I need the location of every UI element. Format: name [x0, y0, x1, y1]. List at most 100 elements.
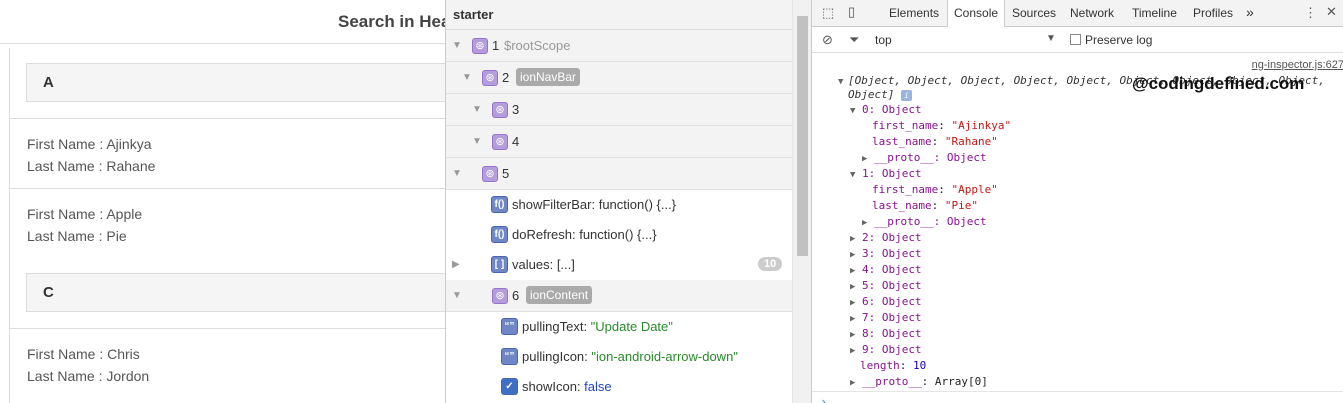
more-options-icon[interactable]: ⋮: [1304, 5, 1317, 21]
tree-node-6[interactable]: ▶ 6: Object: [850, 295, 922, 310]
tree-node-4[interactable]: ▶ 4: Object: [850, 263, 922, 278]
app-header: Search in Hea: [0, 0, 446, 44]
console-toolbar: ⊘ ⏷ top ▼ Preserve log: [812, 27, 1343, 53]
array-expand-caret-icon[interactable]: ▼: [838, 74, 843, 89]
property-value: "ion-android-arrow-down": [591, 349, 738, 364]
devtools-panel: ⬚ ▯ Elements Console Sources Network Tim…: [811, 0, 1343, 403]
scope-label: $rootScope: [504, 38, 571, 53]
tree-node-1[interactable]: ▼ 1: Object: [850, 167, 922, 182]
string-icon: “”: [501, 348, 518, 365]
tree-node-8[interactable]: ▶ 8: Object: [850, 327, 922, 342]
list-item[interactable]: First Name : Chris Last Name : Jordon: [10, 328, 446, 398]
first-name-text: First Name : Apple: [27, 206, 143, 222]
first-name-text: First Name : Ajinkya: [27, 136, 152, 152]
last-name-text: Last Name : Rahane: [27, 158, 156, 174]
scope-property-row[interactable]: “” pullingIcon: "ion-android-arrow-down": [446, 342, 792, 372]
expand-caret-icon[interactable]: ▼: [452, 168, 462, 179]
tree-node-0[interactable]: ▼ 0: Object: [850, 103, 922, 118]
tree-node-3[interactable]: ▶ 3: Object: [850, 247, 922, 262]
console-divider: [812, 391, 1343, 392]
property-value: "Update Date": [590, 319, 673, 334]
dropdown-arrow-icon[interactable]: ▼: [1046, 33, 1056, 44]
expand-caret-icon[interactable]: ▼: [472, 136, 482, 147]
tree-node-proto[interactable]: ▶ __proto__: Object: [862, 215, 987, 230]
array-length: length: 10: [860, 359, 927, 372]
tab-profiles[interactable]: Profiles: [1193, 6, 1233, 20]
array-summary-end: Object] i: [848, 88, 912, 102]
tab-timeline[interactable]: Timeline: [1132, 6, 1177, 20]
scope-icon: ⊛: [472, 38, 488, 54]
filter-icon[interactable]: ⏷: [849, 32, 859, 48]
scope-id: 4: [512, 134, 520, 149]
tab-console[interactable]: Console: [947, 0, 1006, 27]
scope-id: 5: [502, 166, 510, 181]
string-icon: “”: [501, 318, 518, 335]
tab-network[interactable]: Network: [1070, 6, 1114, 20]
devtools-tab-bar: ⬚ ▯ Elements Console Sources Network Tim…: [812, 0, 1343, 27]
scope-property-row[interactable]: f() showFilterBar: function() {...}: [446, 190, 792, 220]
scope-row-6[interactable]: ▼ ⊛ 6 ionContent: [446, 280, 792, 312]
list-item[interactable]: First Name : Ajinkya Last Name : Rahane: [10, 118, 446, 188]
list-divider-c: C: [26, 273, 446, 312]
collapsed-caret-icon[interactable]: ▶: [452, 259, 460, 270]
page-title: Search in Hea: [338, 12, 446, 31]
tree-property: last_name: "Rahane": [872, 135, 998, 148]
scrollbar-thumb[interactable]: [797, 16, 808, 256]
scope-row-4[interactable]: ▼ ⊛ 4: [446, 126, 792, 158]
scope-property-row[interactable]: ✓ showIcon: false: [446, 372, 792, 402]
property-value: false: [584, 379, 612, 394]
last-name-text: Last Name : Jordon: [27, 368, 150, 384]
scope-id: 1: [492, 38, 500, 53]
context-selector[interactable]: top: [875, 33, 892, 47]
tree-node-9[interactable]: ▶ 9: Object: [850, 343, 922, 358]
inspector-scrollbar[interactable]: [792, 0, 811, 403]
expand-caret-icon[interactable]: ▼: [472, 104, 482, 115]
property-name: showFilterBar: [512, 197, 592, 212]
inspector-app-name: starter: [453, 7, 494, 22]
scope-row-2[interactable]: ▼ ⊛ 2 ionNavBar: [446, 62, 792, 94]
source-link[interactable]: ng-inspector.js:627: [1252, 59, 1343, 71]
tree-property: last_name: "Pie": [872, 199, 978, 212]
scope-icon: ⊛: [482, 70, 498, 86]
property-name: doRefresh: [512, 227, 572, 242]
array-proto[interactable]: ▶ __proto__: Array[0]: [850, 375, 988, 390]
list-divider-a: A: [26, 63, 446, 102]
expand-caret-icon[interactable]: ▼: [452, 40, 462, 51]
scope-property-row[interactable]: f() doRefresh: function() {...}: [446, 220, 792, 250]
scope-row-5[interactable]: ▼ ⊛ 5: [446, 158, 792, 190]
device-mode-icon[interactable]: ▯: [848, 4, 855, 20]
scope-property-row[interactable]: “” pullingText: "Update Date": [446, 312, 792, 342]
tree-node-proto[interactable]: ▶ __proto__: Object: [862, 151, 987, 166]
more-tabs-button[interactable]: »: [1246, 4, 1254, 20]
expand-caret-icon[interactable]: ▼: [452, 290, 462, 301]
scope-row-1[interactable]: ▼ ⊛ 1 $rootScope: [446, 30, 792, 62]
property-name: pullingIcon: [522, 349, 585, 364]
console-prompt[interactable]: ›: [820, 395, 827, 403]
property-name: showIcon: [522, 379, 577, 394]
tree-property: first_name: "Apple": [872, 183, 998, 196]
tab-elements[interactable]: Elements: [889, 6, 939, 20]
function-icon: f(): [491, 196, 508, 213]
property-name: values: [512, 257, 550, 272]
scope-icon: ⊛: [492, 288, 508, 304]
clear-console-icon[interactable]: ⊘: [822, 32, 833, 48]
boolean-icon: ✓: [501, 378, 518, 395]
inspect-element-icon[interactable]: ⬚: [822, 5, 834, 21]
close-icon[interactable]: ✕: [1326, 4, 1337, 20]
divider-label: C: [43, 284, 54, 301]
ng-inspector-panel: starter ▼ ⊛ 1 $rootScope ▼ ⊛ 2 ionNavBar…: [445, 0, 811, 403]
directive-badge: ionNavBar: [516, 68, 581, 86]
scope-row-3[interactable]: ▼ ⊛ 3: [446, 94, 792, 126]
tree-node-7[interactable]: ▶ 7: Object: [850, 311, 922, 326]
contact-list: A First Name : Ajinkya Last Name : Rahan…: [9, 48, 446, 403]
expand-caret-icon[interactable]: ▼: [462, 72, 472, 83]
scope-id: 6: [512, 288, 520, 303]
scope-property-row[interactable]: ▶ [ ] values: [...] 10: [446, 250, 792, 280]
scope-id: 3: [512, 102, 520, 117]
preserve-log-checkbox[interactable]: [1070, 34, 1081, 45]
directive-badge: ionContent: [526, 286, 593, 304]
tab-sources[interactable]: Sources: [1012, 6, 1056, 20]
list-item[interactable]: First Name : Apple Last Name : Pie: [10, 188, 446, 258]
tree-node-2[interactable]: ▶ 2: Object: [850, 231, 922, 246]
tree-node-5[interactable]: ▶ 5: Object: [850, 279, 922, 294]
